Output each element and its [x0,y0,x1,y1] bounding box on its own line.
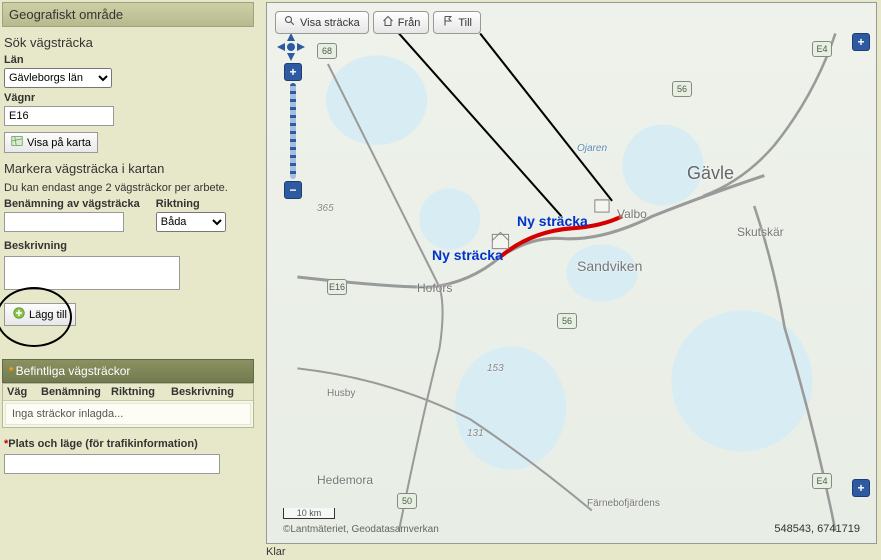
till-button[interactable]: Till [433,11,481,34]
expand-top-right-button[interactable]: + [852,33,870,51]
scale-bar: 10 km [283,508,335,519]
flag-icon [442,15,454,30]
vagnr-input[interactable] [4,106,114,126]
zoom-in-button[interactable]: + [284,63,302,81]
zoom-out-button[interactable]: − [284,181,302,199]
map-viewport[interactable]: Visa sträcka Från Till [266,2,877,544]
th-bes: Beskrivning [171,386,249,398]
beskriv-textarea[interactable] [4,256,180,290]
required-asterisk-icon: * [9,364,14,378]
panel-header: Geografiskt område [2,2,254,27]
add-button-label: Lägg till [29,309,67,321]
stretches-table: Väg Benämning Riktning Beskrivning Inga … [2,383,254,428]
visa-stracka-button[interactable]: Visa sträcka [275,11,369,34]
mark-note: Du kan endast ange 2 vägsträckor per arb… [4,182,252,194]
home-icon [382,15,394,30]
th-rik: Riktning [111,386,171,398]
zoom-slider[interactable] [290,83,296,179]
show-on-map-label: Visa på karta [27,137,91,149]
plats-label: *Plats och läge (för trafikinformation) [4,438,252,450]
riktning-select[interactable]: Båda [156,212,226,232]
map-background [267,3,876,543]
beskriv-label: Beskrivning [4,240,254,252]
mark-title: Markera vägsträcka i kartan [4,161,254,176]
add-button[interactable]: Lägg till [4,303,76,326]
map-icon [11,135,23,150]
search-title: Sök vägsträcka [4,35,254,50]
map-attribution: ©Lantmäteriet, Geodatasamverkan [283,524,439,535]
th-vag: Väg [7,386,41,398]
fran-button[interactable]: Från [373,11,430,34]
th-ben: Benämning [41,386,111,398]
magnifier-icon [284,15,296,30]
lan-label: Län [4,54,254,66]
vagnr-label: Vägnr [4,92,254,104]
benamn-label: Benämning av vägsträcka [4,198,140,210]
table-header: *Befintliga vägsträckor [2,359,254,383]
riktning-label: Riktning [156,198,226,210]
show-on-map-button[interactable]: Visa på karta [4,132,98,153]
plus-icon [13,307,25,322]
plats-input[interactable] [4,454,220,474]
map-coords: 548543, 6741719 [774,523,860,535]
benamn-input[interactable] [4,212,124,232]
table-row: Inga sträckor inlagda... [5,403,251,425]
status-bar: Klar [266,544,877,560]
pan-control[interactable] [277,33,305,61]
expand-bottom-right-button[interactable]: + [852,479,870,497]
lan-select[interactable]: Gävleborgs län [4,68,112,88]
